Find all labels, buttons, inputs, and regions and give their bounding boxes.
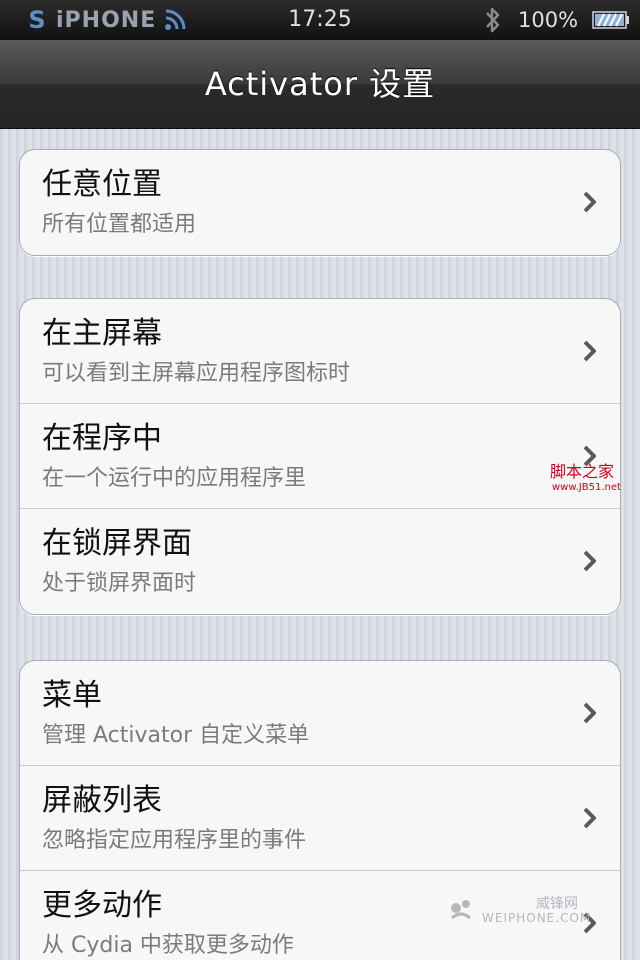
cell-subtitle: 所有位置都适用 <box>42 212 197 237</box>
chevron-right-icon <box>583 807 596 829</box>
cell-lockscreen[interactable]: 在锁屏界面 处于锁屏界面时 <box>20 509 620 614</box>
cell-subtitle: 处于锁屏界面时 <box>42 571 197 596</box>
cell-anywhere[interactable]: 任意位置 所有位置都适用 <box>20 150 620 255</box>
watermark-brand-en: WEIPHONE.COM <box>482 911 592 925</box>
battery-percent: 100% <box>518 8 579 32</box>
status-bar: S iPHONE 17:25 100% <box>0 0 640 40</box>
watermark-site-name: 脚本之家 <box>550 462 615 481</box>
cell-title: 任意位置 <box>42 167 162 202</box>
cell-title: 在锁屏界面 <box>42 526 192 561</box>
cell-title: 屏蔽列表 <box>42 783 162 818</box>
page-title: Activator 设置 <box>204 65 436 103</box>
cell-subtitle: 可以看到主屏幕应用程序图标时 <box>42 361 351 386</box>
settings-group-locations: 在主屏幕 可以看到主屏幕应用程序图标时 在程序中 在一个运行中的应用程序里 在锁… <box>19 298 621 615</box>
cell-subtitle: 忽略指定应用程序里的事件 <box>42 828 307 853</box>
settings-group-anywhere: 任意位置 所有位置都适用 <box>19 149 621 256</box>
battery-icon <box>592 11 629 29</box>
watermark-site-url: www.JB51.net <box>552 482 621 493</box>
cell-menus[interactable]: 菜单 管理 Activator 自定义菜单 <box>20 661 620 766</box>
cell-homescreen[interactable]: 在主屏幕 可以看到主屏幕应用程序图标时 <box>20 299 620 404</box>
watermark-brand: 威锋网 WEIPHONE.COM <box>446 896 626 926</box>
cell-title: 在主屏幕 <box>42 316 162 351</box>
chevron-right-icon <box>583 340 596 362</box>
chevron-right-icon <box>583 702 596 724</box>
cell-title: 更多动作 <box>42 888 162 923</box>
cell-subtitle: 从 Cydia 中获取更多动作 <box>42 933 294 958</box>
navigation-bar: Activator 设置 <box>0 40 640 129</box>
cell-title: 菜单 <box>42 678 102 713</box>
cell-blacklist[interactable]: 屏蔽列表 忽略指定应用程序里的事件 <box>20 766 620 871</box>
chevron-right-icon <box>583 191 596 213</box>
cell-in-application[interactable]: 在程序中 在一个运行中的应用程序里 <box>20 404 620 509</box>
cell-subtitle: 在一个运行中的应用程序里 <box>42 466 307 491</box>
cell-subtitle: 管理 Activator 自定义菜单 <box>42 723 310 748</box>
weiphone-logo-icon <box>451 900 471 920</box>
bluetooth-icon <box>486 7 500 33</box>
chevron-right-icon <box>583 550 596 572</box>
cell-title: 在程序中 <box>42 421 162 456</box>
